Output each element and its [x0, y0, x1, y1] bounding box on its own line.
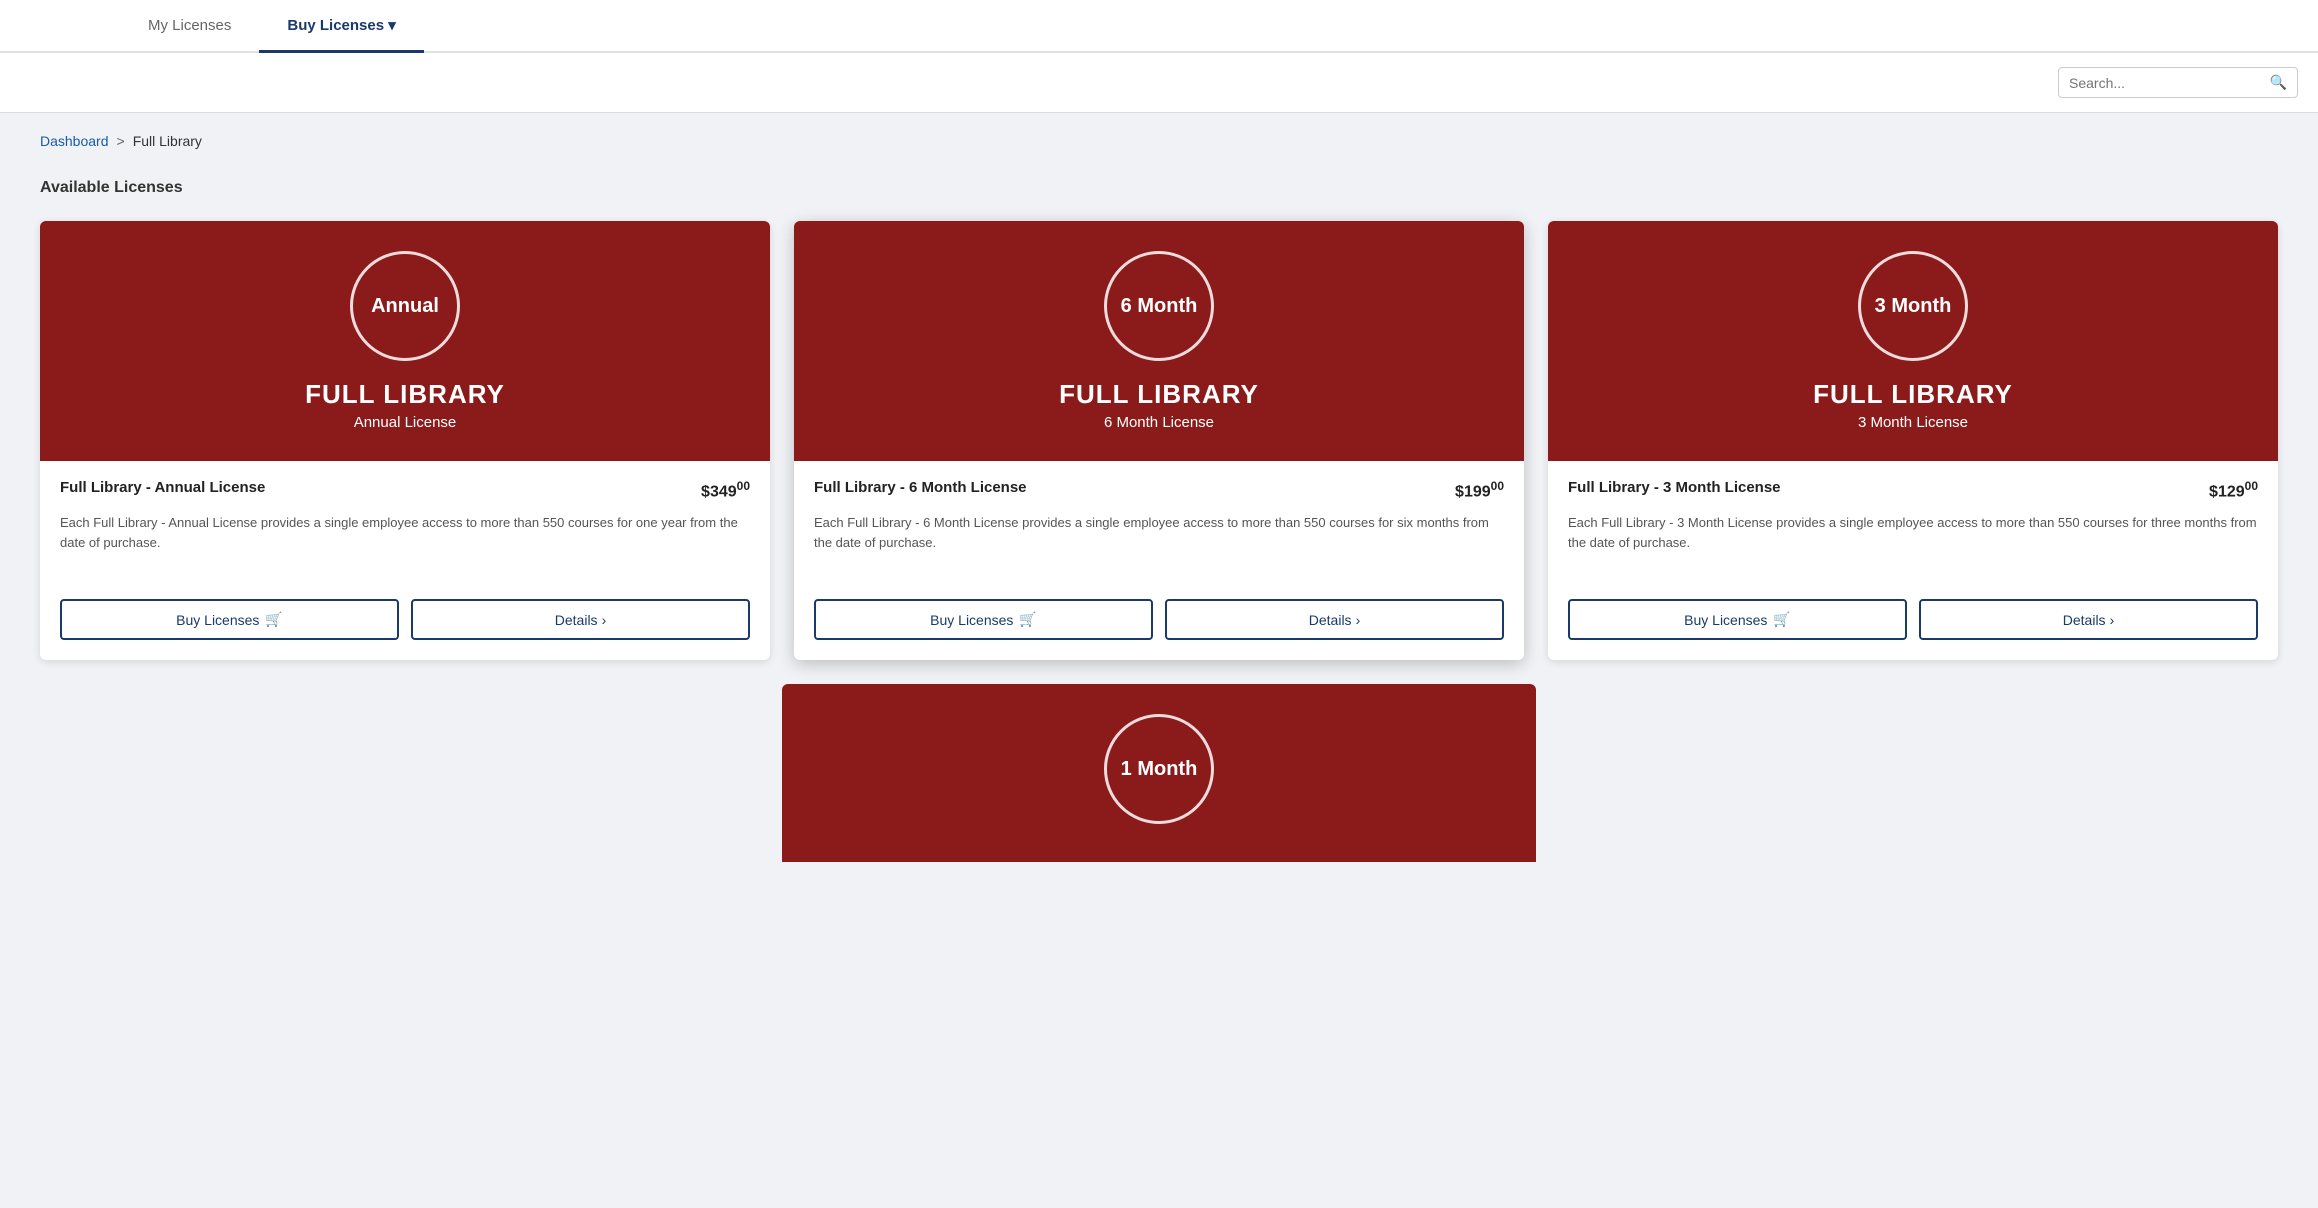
card-annual-description: Each Full Library - Annual License provi…	[60, 513, 750, 573]
card-3month-buy-button[interactable]: Buy Licenses 🛒	[1568, 599, 1907, 640]
card-annual-circle-text: Annual	[371, 294, 439, 318]
card-annual-footer: Buy Licenses 🛒 Details ›	[40, 583, 770, 660]
cart-icon: 🛒	[1019, 611, 1036, 628]
card-annual-circle: Annual	[350, 251, 460, 361]
card-6month: 6 Month FULL LIBRARY 6 Month License Ful…	[794, 221, 1524, 660]
card-3month: 3 Month FULL LIBRARY 3 Month License Ful…	[1548, 221, 2278, 660]
cart-icon: 🛒	[265, 611, 282, 628]
card-annual-price: $34900	[701, 479, 750, 501]
card-3month-details-button[interactable]: Details ›	[1919, 599, 2258, 640]
card-3month-description: Each Full Library - 3 Month License prov…	[1568, 513, 2258, 573]
search-icon: 🔍	[2270, 74, 2287, 91]
card-3month-circle-text: 3 Month	[1875, 294, 1952, 318]
card-annual-header: Annual FULL LIBRARY Annual License	[40, 221, 770, 461]
card-6month-subtitle: 6 Month License	[1104, 414, 1214, 431]
chevron-right-icon: ›	[2110, 612, 2115, 628]
card-6month-header: 6 Month FULL LIBRARY 6 Month License	[794, 221, 1524, 461]
card-annual-buy-button[interactable]: Buy Licenses 🛒	[60, 599, 399, 640]
card-6month-name: Full Library - 6 Month License	[814, 479, 1027, 496]
card-3month-body: Full Library - 3 Month License $12900 Ea…	[1548, 461, 2278, 583]
card-annual-library-title: FULL LIBRARY	[305, 379, 505, 410]
card-6month-buy-button[interactable]: Buy Licenses 🛒	[814, 599, 1153, 640]
card-annual-name: Full Library - Annual License	[60, 479, 265, 496]
card-6month-description: Each Full Library - 6 Month License prov…	[814, 513, 1504, 573]
page-content: Available Licenses Annual FULL LIBRARY A…	[0, 159, 2318, 902]
chevron-right-icon: ›	[1356, 612, 1361, 628]
card-3month-header: 3 Month FULL LIBRARY 3 Month License	[1548, 221, 2278, 461]
card-annual-details-button[interactable]: Details ›	[411, 599, 750, 640]
card-3month-subtitle: 3 Month License	[1858, 414, 1968, 431]
tab-buy-licenses[interactable]: Buy Licenses ▾	[259, 0, 423, 53]
search-bar-area: 🔍	[0, 53, 2318, 113]
card-6month-footer: Buy Licenses 🛒 Details ›	[794, 583, 1524, 660]
card-1month-circle: 1 Month	[1104, 714, 1214, 824]
breadcrumb-home-link[interactable]: Dashboard	[40, 133, 109, 149]
card-3month-name: Full Library - 3 Month License	[1568, 479, 1781, 496]
cards-grid: Annual FULL LIBRARY Annual License Full …	[40, 221, 2278, 660]
card-6month-title-row: Full Library - 6 Month License $19900	[814, 479, 1504, 501]
card-annual: Annual FULL LIBRARY Annual License Full …	[40, 221, 770, 660]
card-6month-price: $19900	[1455, 479, 1504, 501]
card-annual-subtitle: Annual License	[354, 414, 457, 431]
cart-icon: 🛒	[1773, 611, 1790, 628]
breadcrumb-current: Full Library	[133, 133, 202, 149]
cards-grid-bottom: 1 Month	[40, 684, 2278, 862]
breadcrumb-separator: >	[117, 133, 125, 149]
card-6month-library-title: FULL LIBRARY	[1059, 379, 1259, 410]
section-title: Available Licenses	[40, 179, 2278, 197]
card-6month-circle-text: 6 Month	[1121, 294, 1198, 318]
search-input[interactable]	[2069, 75, 2270, 91]
card-6month-body: Full Library - 6 Month License $19900 Ea…	[794, 461, 1524, 583]
card-3month-circle: 3 Month	[1858, 251, 1968, 361]
breadcrumb: Dashboard > Full Library	[0, 113, 2318, 159]
card-1month-partial: 1 Month	[782, 684, 1536, 862]
card-3month-price: $12900	[2209, 479, 2258, 501]
search-wrap: 🔍	[2058, 67, 2298, 98]
card-3month-footer: Buy Licenses 🛒 Details ›	[1548, 583, 2278, 660]
card-6month-details-button[interactable]: Details ›	[1165, 599, 1504, 640]
chevron-right-icon: ›	[602, 612, 607, 628]
card-1month-circle-text: 1 Month	[1121, 757, 1198, 781]
card-3month-title-row: Full Library - 3 Month License $12900	[1568, 479, 2258, 501]
card-6month-circle: 6 Month	[1104, 251, 1214, 361]
card-3month-library-title: FULL LIBRARY	[1813, 379, 2013, 410]
card-annual-title-row: Full Library - Annual License $34900	[60, 479, 750, 501]
card-annual-body: Full Library - Annual License $34900 Eac…	[40, 461, 770, 583]
tab-my-licenses[interactable]: My Licenses	[120, 0, 259, 53]
nav-tabs: My Licenses Buy Licenses ▾	[0, 0, 2318, 53]
